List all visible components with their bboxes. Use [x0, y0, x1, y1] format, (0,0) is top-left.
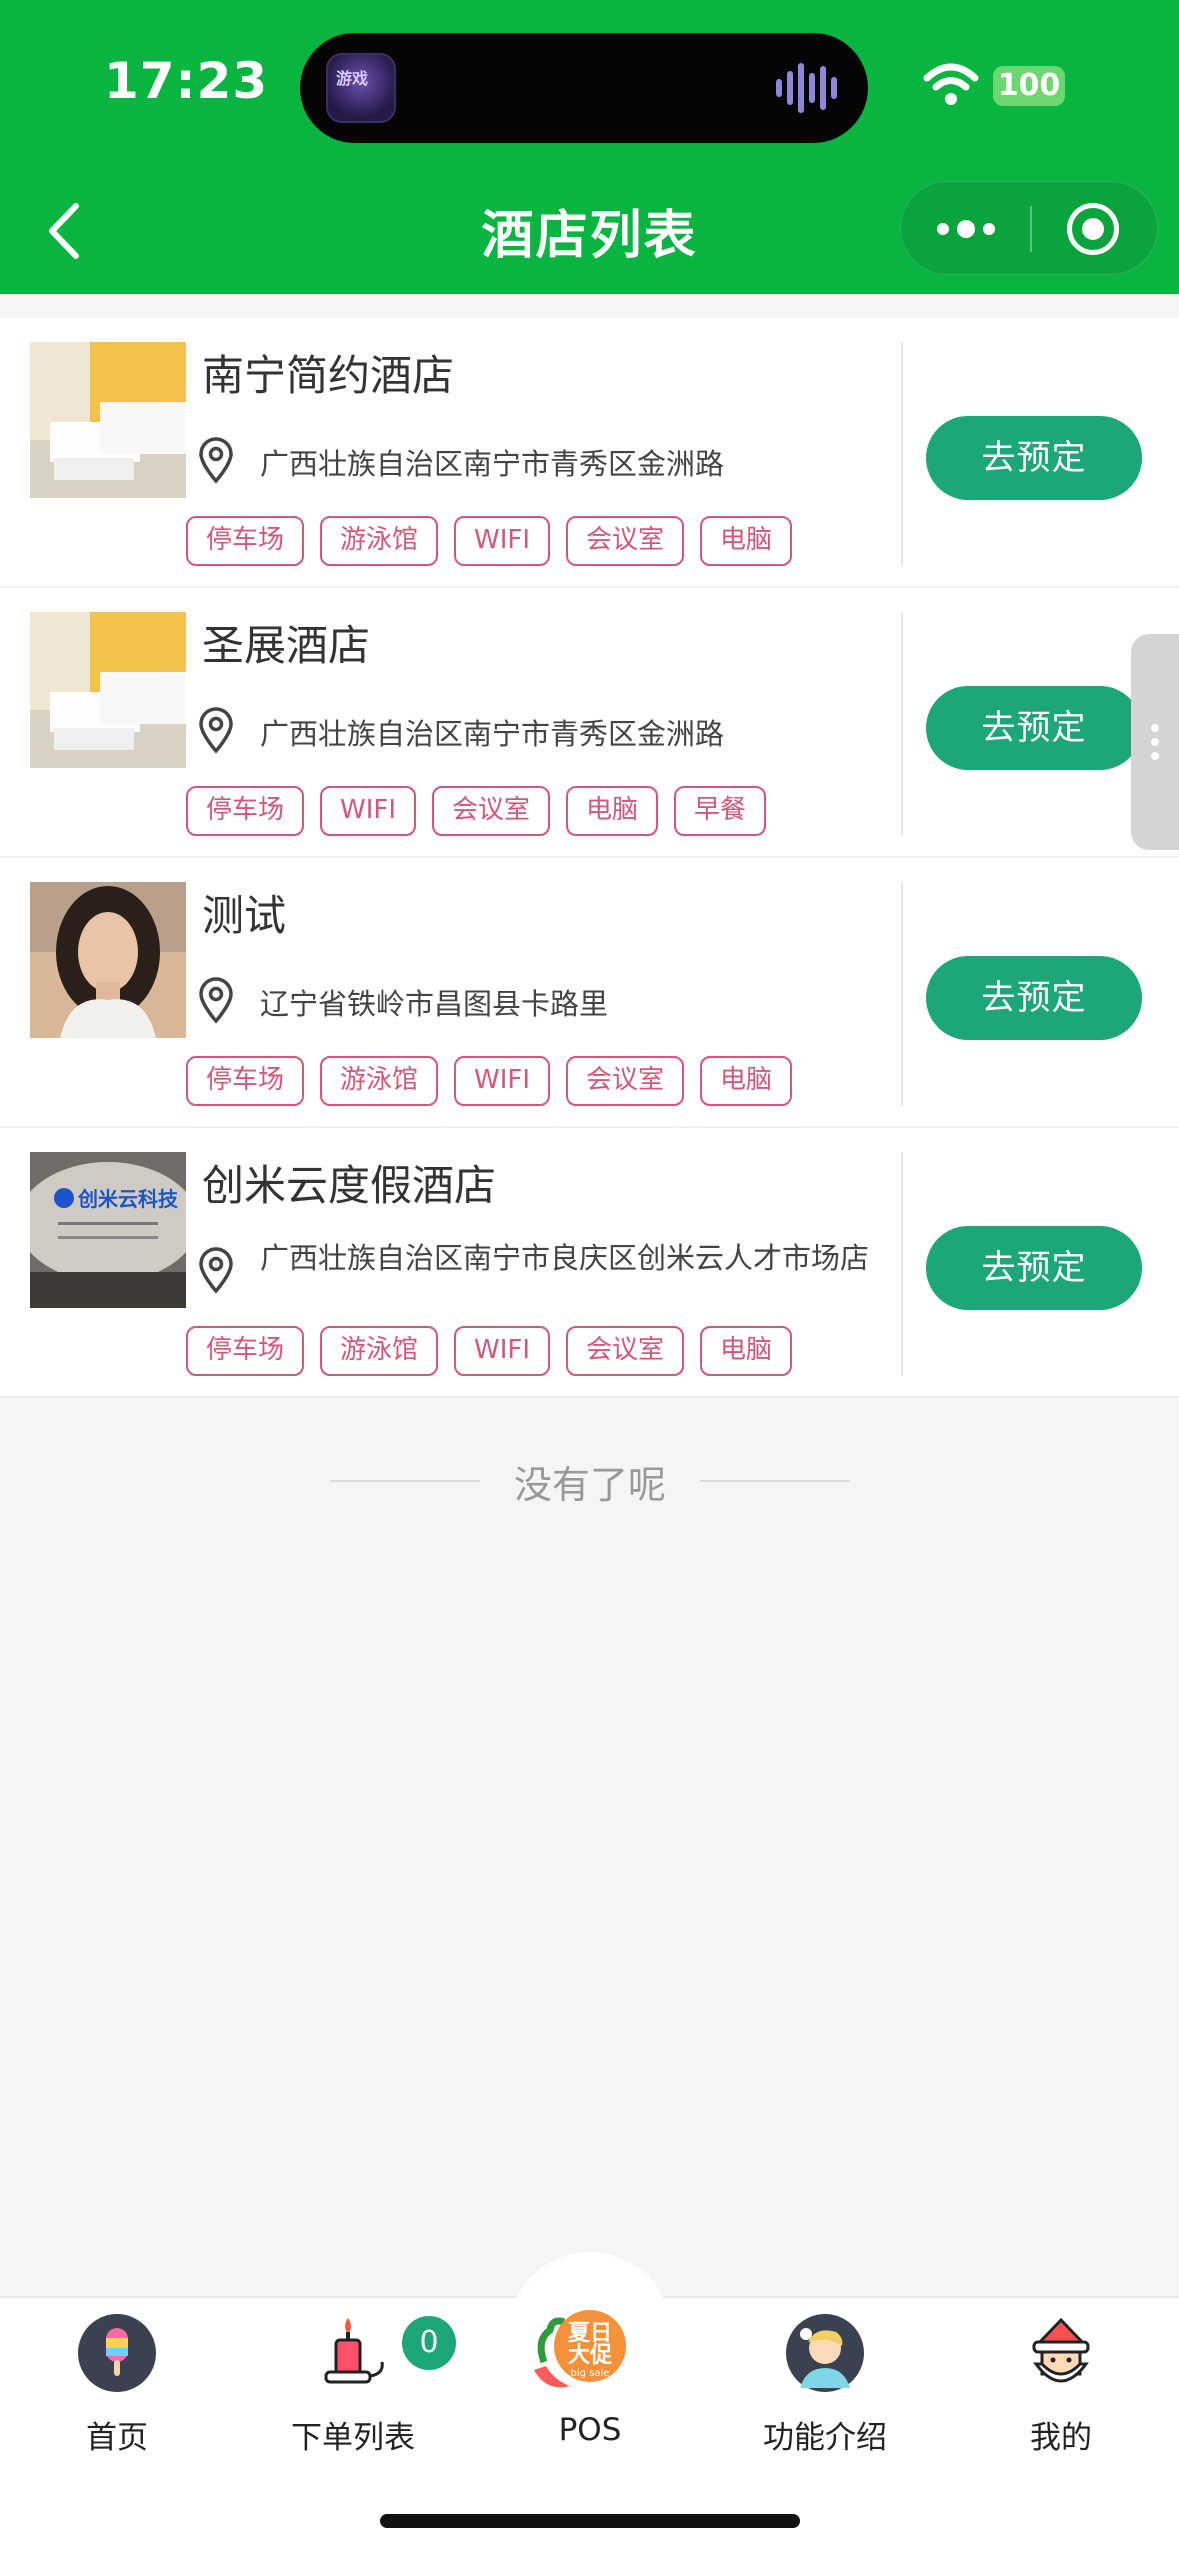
tab-home[interactable]: 首页: [17, 2314, 217, 2464]
header-bar: 17:23 游戏 100 酒店列表: [0, 0, 1179, 294]
order-count-badge: 0: [402, 2316, 456, 2370]
book-button[interactable]: 去预定: [926, 956, 1142, 1040]
hotel-name: 圣展酒店: [202, 621, 371, 670]
amenity-tag: WIFI: [454, 1326, 551, 1376]
hotel-address: 广西壮族自治区南宁市良庆区创米云人才市场店: [260, 1241, 870, 1275]
amenity-tag: WIFI: [454, 516, 551, 566]
amenity-tags: 停车场 游泳馆 WIFI 会议室 电脑: [186, 516, 793, 566]
amenity-tag: 停车场: [186, 786, 305, 836]
card-divider: [901, 1152, 903, 1376]
audio-wave-icon: [776, 61, 838, 115]
hotel-thumbnail: [30, 882, 186, 1038]
card-divider: [901, 882, 903, 1106]
amenity-tag: WIFI: [320, 786, 417, 836]
location-pin-icon: [199, 1247, 233, 1294]
amenity-tag: 电脑: [700, 1326, 793, 1376]
tab-label: 下单列表: [291, 2420, 415, 2456]
book-button[interactable]: 去预定: [926, 1226, 1142, 1310]
hotel-thumbnail: 创米云科技: [30, 1152, 186, 1308]
tab-label: 我的: [1030, 2420, 1092, 2456]
tab-label: POS: [558, 2412, 622, 2448]
home-indicator: [380, 2514, 800, 2528]
hotel-card[interactable]: 测试 辽宁省铁岭市昌图县卡路里 停车场 游泳馆 WIFI 会议室 电脑 去预定: [0, 858, 1179, 1128]
mini-program-capsule: [900, 181, 1158, 275]
candle-icon: [324, 2318, 384, 2384]
capsule-divider: [1030, 206, 1032, 252]
amenity-tag: 游泳馆: [320, 1056, 439, 1106]
more-icon[interactable]: [901, 182, 1031, 276]
amenity-tag: 停车场: [186, 1056, 305, 1106]
location-pin-icon: [199, 707, 233, 754]
santa-icon: [1032, 2317, 1090, 2383]
amenity-tag: 游泳馆: [320, 516, 439, 566]
amenity-tag: WIFI: [454, 1056, 551, 1106]
amenity-tag: 会议室: [566, 516, 685, 566]
page: 17:23 游戏 100 酒店列表 南宁简约酒店 广西壮族自治区南宁市青秀区金洲…: [0, 0, 1179, 2556]
amenity-tag: 电脑: [700, 516, 793, 566]
amenity-tag: 电脑: [566, 786, 659, 836]
hotel-address: 广西壮族自治区南宁市青秀区金洲路: [260, 447, 725, 481]
avatar-icon: [786, 2314, 864, 2392]
book-button[interactable]: 去预定: [926, 416, 1142, 500]
amenity-tag: 电脑: [700, 1056, 793, 1106]
hotel-name: 测试: [202, 891, 287, 940]
hotel-name: 创米云度假酒店: [202, 1161, 497, 1210]
status-time: 17:23: [104, 52, 269, 110]
thumb-logo-text: 创米云科技: [77, 1187, 179, 1211]
tab-features[interactable]: 功能介绍: [725, 2314, 925, 2464]
battery-indicator: 100: [993, 66, 1065, 106]
summer-sale-icon: 夏日 大促 big sale: [534, 2310, 626, 2388]
list-end-text: 没有了呢: [513, 1463, 666, 1507]
amenity-tags: 停车场 WIFI 会议室 电脑 早餐: [186, 786, 767, 836]
floating-side-handle[interactable]: [1131, 634, 1179, 850]
close-mini-program-icon[interactable]: [1067, 203, 1119, 255]
sticker-line-3: big sale: [571, 2368, 610, 2379]
amenity-tag: 会议室: [432, 786, 551, 836]
popsicle-icon: [78, 2314, 156, 2392]
amenity-tag: 早餐: [674, 786, 767, 836]
tab-label: 首页: [86, 2420, 148, 2456]
hotel-name: 南宁简约酒店: [202, 351, 455, 400]
tab-mine[interactable]: 我的: [961, 2314, 1161, 2464]
hotel-list: 南宁简约酒店 广西壮族自治区南宁市青秀区金洲路 停车场 游泳馆 WIFI 会议室…: [0, 318, 1179, 1398]
hotel-card[interactable]: 圣展酒店 广西壮族自治区南宁市青秀区金洲路 停车场 WIFI 会议室 电脑 早餐…: [0, 588, 1179, 858]
hotel-card[interactable]: 创米云科技 创米云度假酒店 广西壮族自治区南宁市良庆区创米云人才市场店 停车场 …: [0, 1128, 1179, 1398]
amenity-tag: 停车场: [186, 516, 305, 566]
book-button[interactable]: 去预定: [926, 686, 1142, 770]
tab-label: 功能介绍: [763, 2420, 887, 2456]
hotel-address: 辽宁省铁岭市昌图县卡路里: [260, 987, 609, 1021]
hotel-address: 广西壮族自治区南宁市青秀区金洲路: [260, 717, 725, 751]
dynamic-island: 游戏: [300, 33, 868, 143]
location-pin-icon: [199, 437, 233, 484]
amenity-tags: 停车场 游泳馆 WIFI 会议室 电脑: [186, 1326, 793, 1376]
amenity-tag: 游泳馆: [320, 1326, 439, 1376]
card-divider: [901, 612, 903, 836]
hotel-thumbnail: [30, 342, 186, 498]
hotel-card[interactable]: 南宁简约酒店 广西壮族自治区南宁市青秀区金洲路 停车场 游泳馆 WIFI 会议室…: [0, 318, 1179, 588]
location-pin-icon: [199, 977, 233, 1024]
amenity-tag: 停车场: [186, 1326, 305, 1376]
sticker-line-2: 大促: [568, 2343, 612, 2368]
list-end-marker: 没有了呢: [330, 1450, 850, 1510]
tab-pos[interactable]: 夏日 大促 big sale POS: [490, 2310, 690, 2464]
wifi-icon: [923, 63, 979, 105]
amenity-tag: 会议室: [566, 1056, 685, 1106]
amenity-tags: 停车场 游泳馆 WIFI 会议室 电脑: [186, 1056, 793, 1106]
battery-level: 100: [997, 68, 1061, 103]
game-app-icon: 游戏: [326, 53, 396, 123]
amenity-tag: 会议室: [566, 1326, 685, 1376]
hotel-thumbnail: [30, 612, 186, 768]
card-divider: [901, 342, 903, 566]
